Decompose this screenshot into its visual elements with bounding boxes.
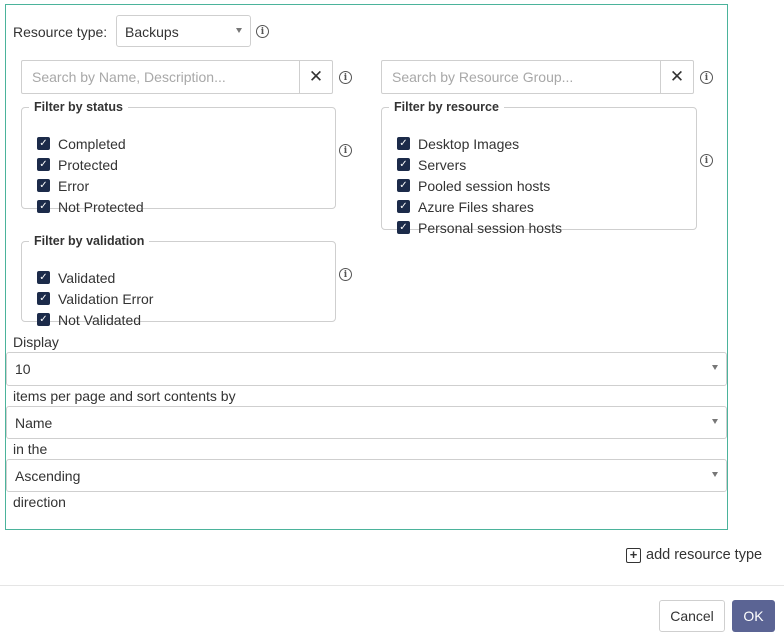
info-icon[interactable]: i (700, 154, 713, 167)
checkbox-pooled-session-hosts[interactable]: ✓ Pooled session hosts (397, 175, 550, 196)
checkmark-icon: ✓ (37, 292, 50, 305)
checkbox-not-protected[interactable]: ✓ Not Protected (37, 196, 144, 217)
checkbox-label: Validation Error (58, 290, 154, 307)
checkmark-icon: ✓ (37, 200, 50, 213)
checkbox-label: Error (58, 177, 90, 194)
add-resource-type-link[interactable]: + add resource type (626, 546, 762, 564)
caret-down-icon (712, 365, 718, 370)
checkbox-completed[interactable]: ✓ Completed (37, 133, 126, 154)
caret-down-icon (236, 28, 242, 33)
checkmark-icon: ✓ (397, 200, 410, 213)
checkbox-azure-files-shares[interactable]: ✓ Azure Files shares (397, 196, 534, 217)
caret-down-icon (712, 419, 718, 424)
checkbox-label: Desktop Images (418, 135, 520, 152)
direction-value: Ascending (15, 468, 81, 484)
checkbox-label: Completed (58, 135, 126, 152)
checkbox-desktop-images[interactable]: ✓ Desktop Images (397, 133, 519, 154)
items-per-page-label: items per page and sort contents by (13, 388, 236, 404)
direction-label: direction (13, 494, 66, 510)
checkmark-icon: ✓ (397, 179, 410, 192)
filter-validation-legend: Filter by validation (34, 234, 145, 248)
filter-resource-legend: Filter by resource (394, 100, 499, 114)
checkmark-icon: ✓ (37, 313, 50, 326)
resource-type-label: Resource type: (13, 24, 108, 40)
search-group-box: ✕ (381, 60, 694, 94)
checkmark-icon: ✓ (397, 137, 410, 150)
search-name-box: ✕ (21, 60, 333, 94)
filter-status-group: Filter by status ✓ Completed ✓ Protected… (21, 100, 336, 215)
info-icon[interactable]: i (339, 144, 352, 157)
sort-by-value: Name (15, 415, 53, 431)
in-the-label: in the (13, 441, 48, 457)
resource-type-select[interactable]: Backups (116, 15, 251, 47)
checkmark-icon: ✓ (397, 158, 410, 171)
filter-resource-group: Filter by resource ✓ Desktop Images ✓ Se… (381, 100, 697, 236)
checkbox-error[interactable]: ✓ Error (37, 175, 89, 196)
close-icon[interactable]: ✕ (660, 61, 693, 93)
checkbox-label: Pooled session hosts (418, 177, 551, 194)
checkbox-protected[interactable]: ✓ Protected (37, 154, 118, 175)
checkmark-icon: ✓ (37, 179, 50, 192)
checkbox-label: Servers (418, 156, 467, 173)
close-icon[interactable]: ✕ (299, 61, 332, 93)
ok-button[interactable]: OK (732, 600, 775, 632)
checkbox-label: Not Protected (58, 198, 144, 215)
caret-down-icon (712, 472, 718, 477)
filter-validation-group: Filter by validation ✓ Validated ✓ Valid… (21, 234, 336, 328)
resource-type-value: Backups (125, 24, 179, 40)
add-resource-type-label: add resource type (646, 547, 763, 563)
checkmark-icon: ✓ (397, 221, 410, 234)
info-icon[interactable]: i (256, 25, 269, 38)
cancel-button[interactable]: Cancel (659, 600, 725, 632)
search-group-input[interactable] (382, 61, 681, 93)
checkbox-label: Validated (58, 269, 116, 286)
checkbox-not-validated[interactable]: ✓ Not Validated (37, 309, 141, 330)
info-icon[interactable]: i (700, 71, 713, 84)
info-icon[interactable]: i (339, 268, 352, 281)
checkbox-validation-error[interactable]: ✓ Validation Error (37, 288, 153, 309)
display-label: Display (13, 334, 59, 350)
checkbox-label: Azure Files shares (418, 198, 534, 215)
per-page-select[interactable]: 10 (6, 352, 727, 386)
per-page-value: 10 (15, 361, 31, 377)
checkmark-icon: ✓ (37, 158, 50, 171)
checkbox-validated[interactable]: ✓ Validated (37, 267, 115, 288)
checkbox-personal-session-hosts[interactable]: ✓ Personal session hosts (397, 217, 562, 238)
footer-divider (0, 585, 784, 586)
checkmark-icon: ✓ (37, 271, 50, 284)
checkmark-icon: ✓ (37, 137, 50, 150)
search-name-input[interactable] (22, 61, 320, 93)
sort-by-select[interactable]: Name (6, 406, 727, 439)
checkbox-label: Not Validated (58, 311, 142, 328)
plus-square-icon: + (626, 547, 641, 563)
filter-status-legend: Filter by status (34, 100, 123, 114)
checkbox-label: Protected (58, 156, 118, 173)
info-icon[interactable]: i (339, 71, 352, 84)
checkbox-label: Personal session hosts (418, 219, 562, 236)
direction-select[interactable]: Ascending (6, 459, 727, 492)
checkbox-servers[interactable]: ✓ Servers (397, 154, 466, 175)
